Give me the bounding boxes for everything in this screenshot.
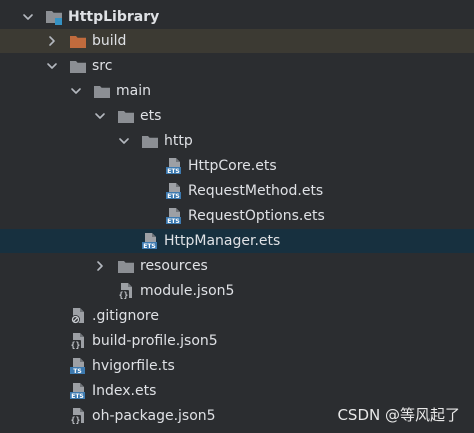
gitignore-file-icon [69,308,87,324]
folder-icon [69,58,87,74]
watermark: CSDN @等风起了 [337,406,460,424]
tree-item-label: http [164,133,193,149]
folder-icon [117,258,135,274]
chevron-right-icon[interactable] [93,259,107,273]
excluded-folder-icon [69,33,87,49]
svg-text:ETS: ETS [167,193,180,200]
tree-item-httplibrary[interactable]: HttpLibrary [0,5,474,29]
ets-file-icon: ETS [69,383,87,400]
svg-text:ETS: ETS [143,243,156,250]
tree-item-label: oh-package.json5 [92,408,216,424]
module-folder-icon [45,9,63,25]
tree-item-build-profile-json5[interactable]: {} build-profile.json5 [0,329,474,353]
project-tree: HttpLibrary build src main ets http ETS HttpCor… [0,0,474,433]
chevron-down-icon[interactable] [21,10,35,24]
ets-file-icon: ETS [141,233,159,250]
tree-item-gitignore[interactable]: .gitignore [0,304,474,328]
tree-item-build[interactable]: build [0,29,474,53]
tree-item-index-ets[interactable]: ETS Index.ets [0,379,474,403]
tree-item-label: HttpCore.ets [188,158,277,174]
tree-item-label: src [92,58,113,74]
chevron-down-icon[interactable] [117,134,131,148]
tree-item-label: Index.ets [92,383,157,399]
json-file-icon: {} [69,408,87,425]
svg-text:{}: {} [71,416,81,425]
tree-item-ets[interactable]: ets [0,104,474,128]
tree-item-httpmanager-ets[interactable]: ETS HttpManager.ets [0,229,474,253]
tree-item-label: RequestMethod.ets [188,183,324,199]
tree-item-label: module.json5 [140,283,235,299]
tree-item-requestoptions-ets[interactable]: ETS RequestOptions.ets [0,204,474,228]
tree-item-src[interactable]: src [0,54,474,78]
chevron-down-icon[interactable] [93,109,107,123]
tree-item-label: hvigorfile.ts [92,358,175,374]
tree-item-hvigorfile-ts[interactable]: TS hvigorfile.ts [0,354,474,378]
svg-text:{}: {} [119,291,129,300]
tree-item-label: HttpLibrary [68,9,160,25]
chevron-down-icon[interactable] [45,59,59,73]
tree-item-label: RequestOptions.ets [188,208,325,224]
tree-item-label: .gitignore [92,308,159,324]
tree-item-label: resources [140,258,208,274]
tree-item-label: HttpManager.ets [164,233,281,249]
svg-text:ETS: ETS [71,393,84,400]
folder-icon [117,108,135,124]
tree-item-requestmethod-ets[interactable]: ETS RequestMethod.ets [0,179,474,203]
ets-file-icon: ETS [165,208,183,225]
ets-file-icon: ETS [165,158,183,175]
tree-item-label: main [116,83,151,99]
ets-file-icon: ETS [165,183,183,200]
svg-text:ETS: ETS [167,218,180,225]
chevron-down-icon[interactable] [69,84,83,98]
svg-text:ETS: ETS [167,168,180,175]
ts-file-icon: TS [69,358,87,375]
tree-item-resources[interactable]: resources [0,254,474,278]
svg-text:{}: {} [71,341,81,350]
tree-item-label: build-profile.json5 [92,333,218,349]
folder-icon [141,133,159,149]
json-file-icon: {} [69,333,87,350]
json-file-icon: {} [117,283,135,300]
tree-item-httpcore-ets[interactable]: ETS HttpCore.ets [0,154,474,178]
tree-item-module-json5[interactable]: {} module.json5 [0,279,474,303]
tree-item-label: ets [140,108,162,124]
tree-item-label: build [92,33,127,49]
tree-item-main[interactable]: main [0,79,474,103]
folder-icon [93,83,111,99]
tree-item-http[interactable]: http [0,129,474,153]
svg-text:TS: TS [73,368,81,375]
chevron-right-icon[interactable] [45,34,59,48]
